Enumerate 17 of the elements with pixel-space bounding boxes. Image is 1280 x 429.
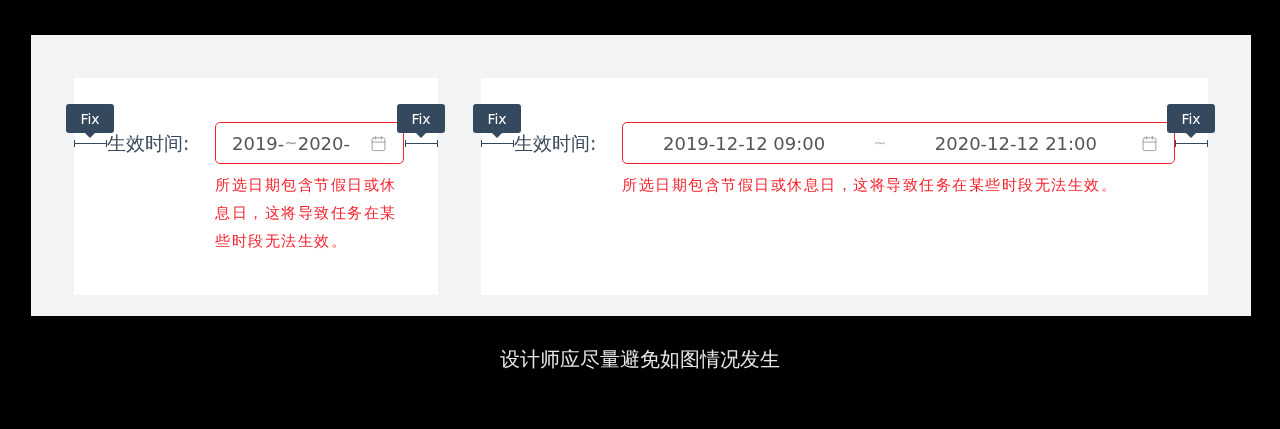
error-message: 所选日期包含节假日或休息日，这将导致任务在某些时段无法生效。 bbox=[622, 175, 1118, 196]
start-date: 2019- bbox=[232, 131, 285, 156]
calendar-icon bbox=[370, 134, 387, 152]
date-range-field[interactable]: 2019-12-12 09:00 ~ 2020-12-12 21:00 bbox=[622, 122, 1175, 164]
start-date: 2019-12-12 09:00 bbox=[663, 131, 826, 156]
caption: 设计师应尽量避免如图情况发生 bbox=[499, 346, 781, 373]
range-separator: ~ bbox=[284, 132, 298, 154]
range-separator: ~ bbox=[872, 132, 888, 154]
calendar-icon bbox=[1141, 134, 1158, 152]
error-message: 所选日期包含节假日或休息日，这将导致任务在某些时段无法生效。 bbox=[215, 175, 398, 252]
end-date: 2020- bbox=[297, 131, 351, 156]
end-date: 2020-12-12 21:00 bbox=[934, 131, 1097, 156]
dimension-line bbox=[481, 139, 514, 148]
dimension-line bbox=[405, 139, 438, 148]
date-range-field[interactable]: 2019-~2020- bbox=[215, 122, 404, 164]
dimension-line bbox=[1175, 139, 1208, 148]
dimension-line bbox=[74, 139, 107, 148]
